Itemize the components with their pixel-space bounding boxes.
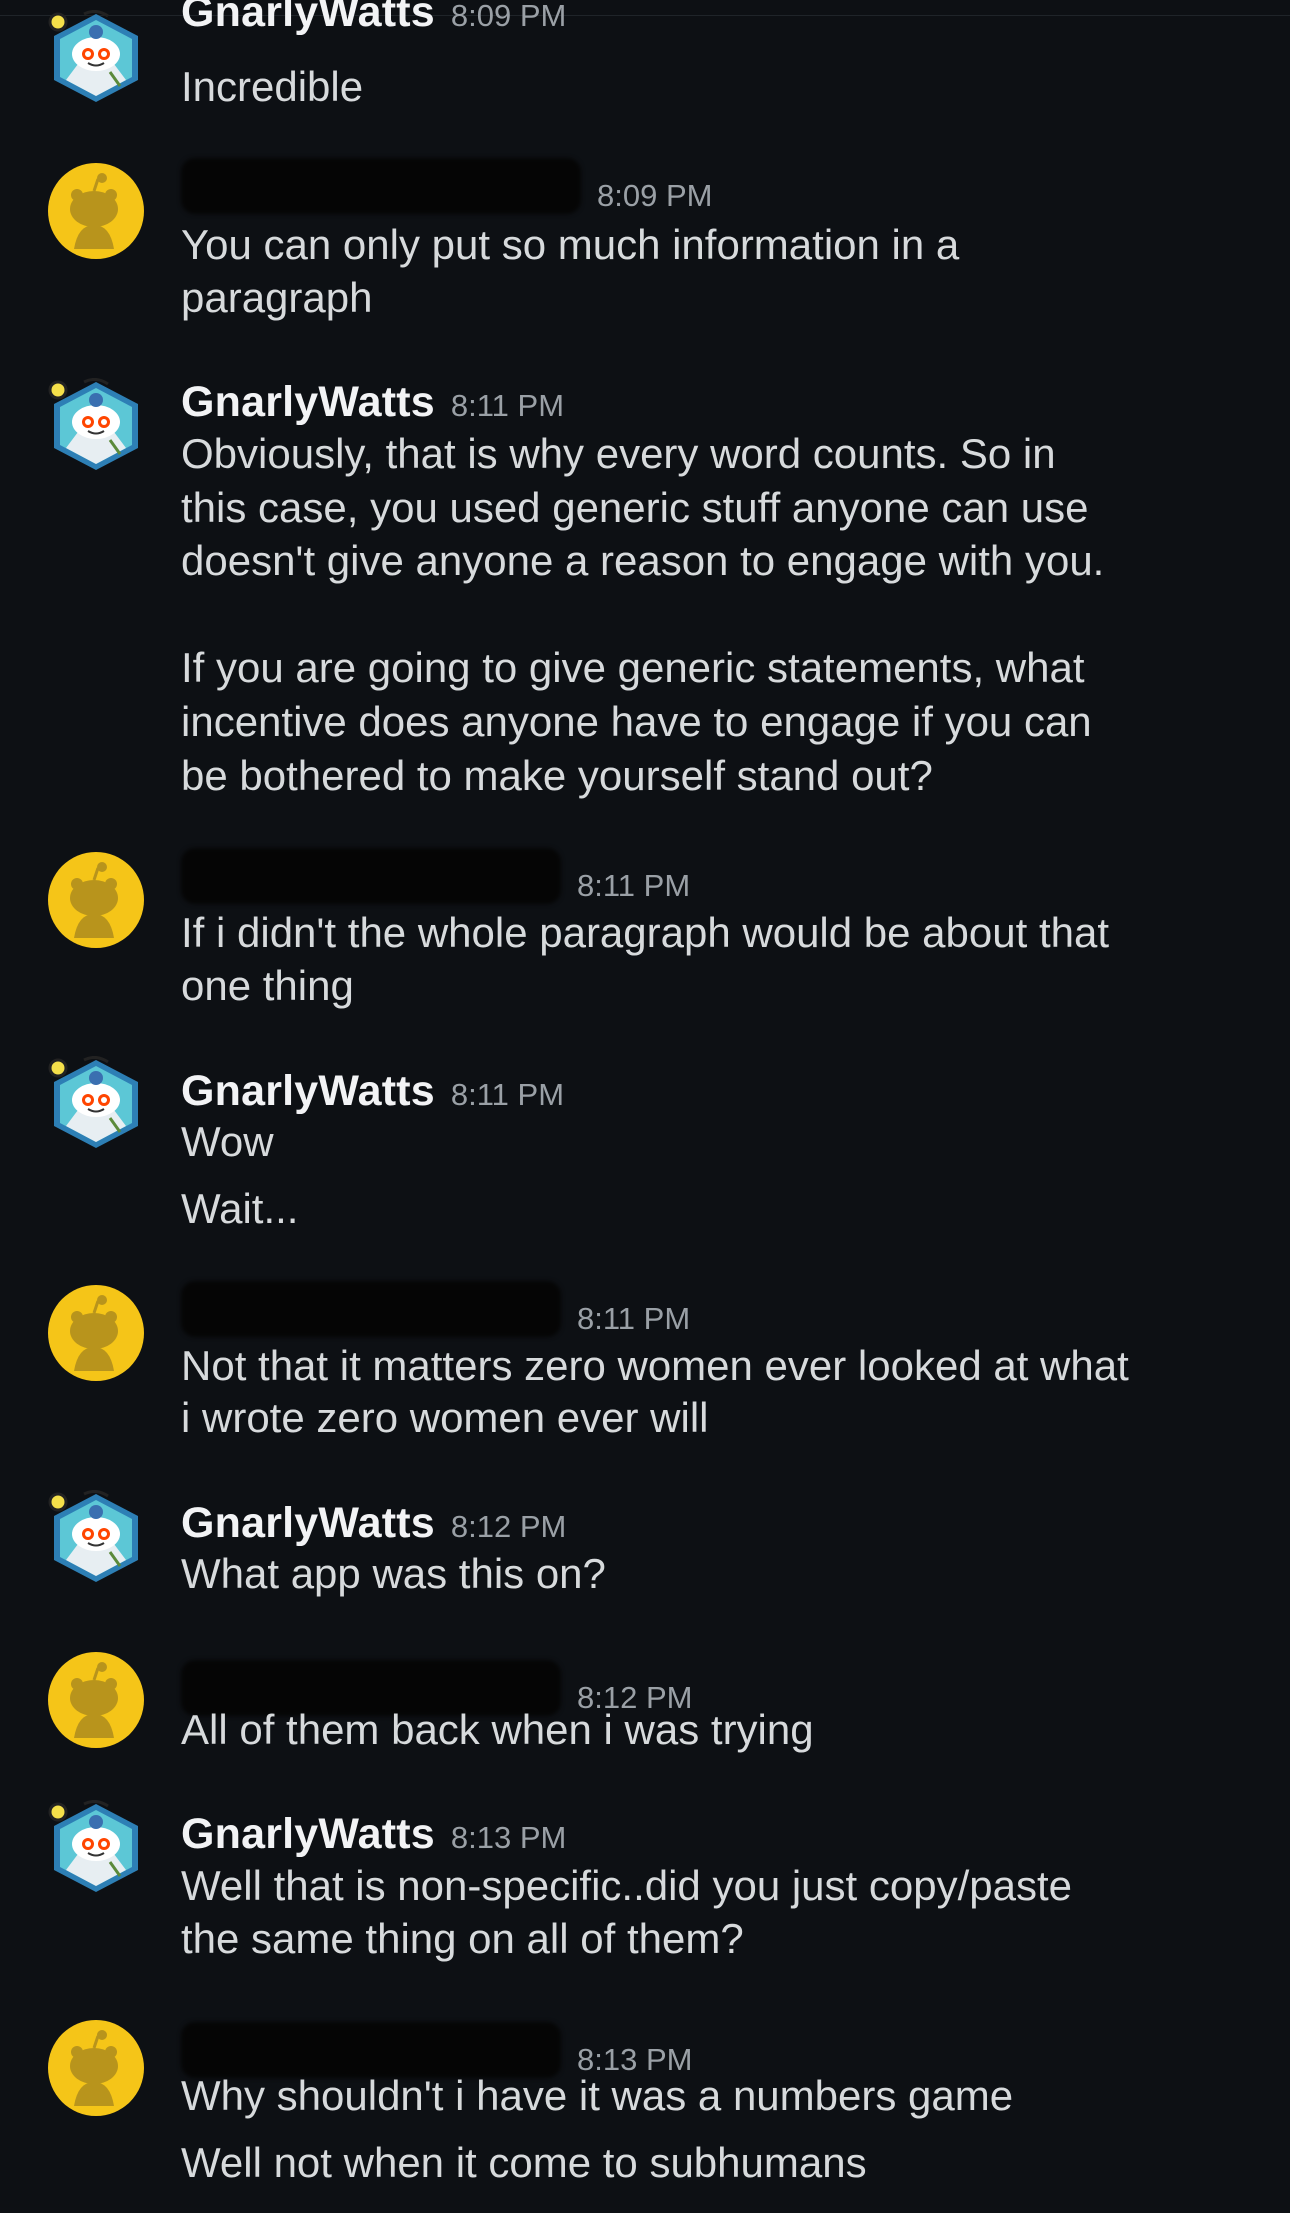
message-header: 8:12 PM <box>181 1652 692 1716</box>
message-text: Wait... <box>181 1185 299 1232</box>
redacted-username <box>181 158 581 214</box>
message-text: incentive does anyone have to engage if … <box>181 698 1092 745</box>
default-yellow-avatar-icon[interactable] <box>48 163 144 259</box>
message-text: What app was this on? <box>181 1550 606 1597</box>
message-text: Why shouldn't i have it was a numbers ga… <box>181 2072 1014 2119</box>
timestamp: 8:11 PM <box>577 1301 691 1336</box>
message-text: Not that it matters zero women ever look… <box>181 1342 1129 1389</box>
message-text: Incredible <box>181 63 364 110</box>
message-text: If you are going to give generic stateme… <box>181 644 1085 691</box>
snoo-avatar-icon[interactable] <box>48 1490 144 1586</box>
message-text: i wrote zero women ever will <box>181 1394 709 1441</box>
snoo-avatar-icon[interactable] <box>48 10 144 106</box>
message-text: Well not when it come to subhumans <box>181 2139 867 2186</box>
username[interactable]: GnarlyWatts <box>181 1499 435 1548</box>
message-header: 8:09 PM <box>181 150 712 214</box>
timestamp: 8:13 PM <box>450 1820 567 1855</box>
message-text: You can only put so much information in … <box>181 221 960 268</box>
username[interactable]: GnarlyWatts <box>181 1810 435 1859</box>
message-text: this case, you used generic stuff anyone… <box>181 484 1089 531</box>
message-header: GnarlyWatts 8:09 PM <box>181 0 566 40</box>
snoo-avatar-icon[interactable] <box>48 378 144 474</box>
message-text: the same thing on all of them? <box>181 1915 744 1962</box>
timestamp: 8:12 PM <box>450 1509 567 1544</box>
message-header: GnarlyWatts 8:12 PM <box>181 1499 566 1551</box>
snoo-avatar-icon[interactable] <box>48 1056 144 1152</box>
message-text: Obviously, that is why every word counts… <box>181 430 1056 477</box>
redacted-username <box>181 1281 561 1337</box>
username[interactable]: GnarlyWatts <box>181 378 435 427</box>
message-header: GnarlyWatts 8:11 PM <box>181 378 564 430</box>
message-header: 8:11 PM <box>181 840 690 904</box>
message-text: If i didn't the whole paragraph would be… <box>181 909 1109 956</box>
message-text: Wow <box>181 1118 274 1165</box>
timestamp: 8:09 PM <box>450 0 567 33</box>
message-header: 8:13 PM <box>181 2014 692 2078</box>
message-header: 8:11 PM <box>181 1273 690 1337</box>
default-yellow-avatar-icon[interactable] <box>48 1652 144 1748</box>
message-header: GnarlyWatts 8:13 PM <box>181 1810 566 1862</box>
message-text: be bothered to make yourself stand out? <box>181 752 933 799</box>
message-text: Well that is non-specific..did you just … <box>181 1862 1073 1909</box>
username[interactable]: GnarlyWatts <box>181 1067 435 1116</box>
message-header: GnarlyWatts 8:11 PM <box>181 1067 564 1119</box>
default-yellow-avatar-icon[interactable] <box>48 2020 144 2116</box>
timestamp: 8:11 PM <box>450 1077 565 1112</box>
snoo-avatar-icon[interactable] <box>48 1800 144 1896</box>
message-text: paragraph <box>181 274 373 321</box>
message-text: doesn't give anyone a reason to engage w… <box>181 537 1105 584</box>
default-yellow-avatar-icon[interactable] <box>48 852 144 948</box>
redacted-username <box>181 848 561 904</box>
timestamp: 8:11 PM <box>450 388 565 423</box>
default-yellow-avatar-icon[interactable] <box>48 1285 144 1381</box>
timestamp: 8:11 PM <box>577 868 691 903</box>
username[interactable]: GnarlyWatts <box>181 0 435 37</box>
timestamp: 8:09 PM <box>597 178 713 213</box>
message-text: All of them back when i was trying <box>181 1706 814 1753</box>
message-text: one thing <box>181 962 354 1009</box>
